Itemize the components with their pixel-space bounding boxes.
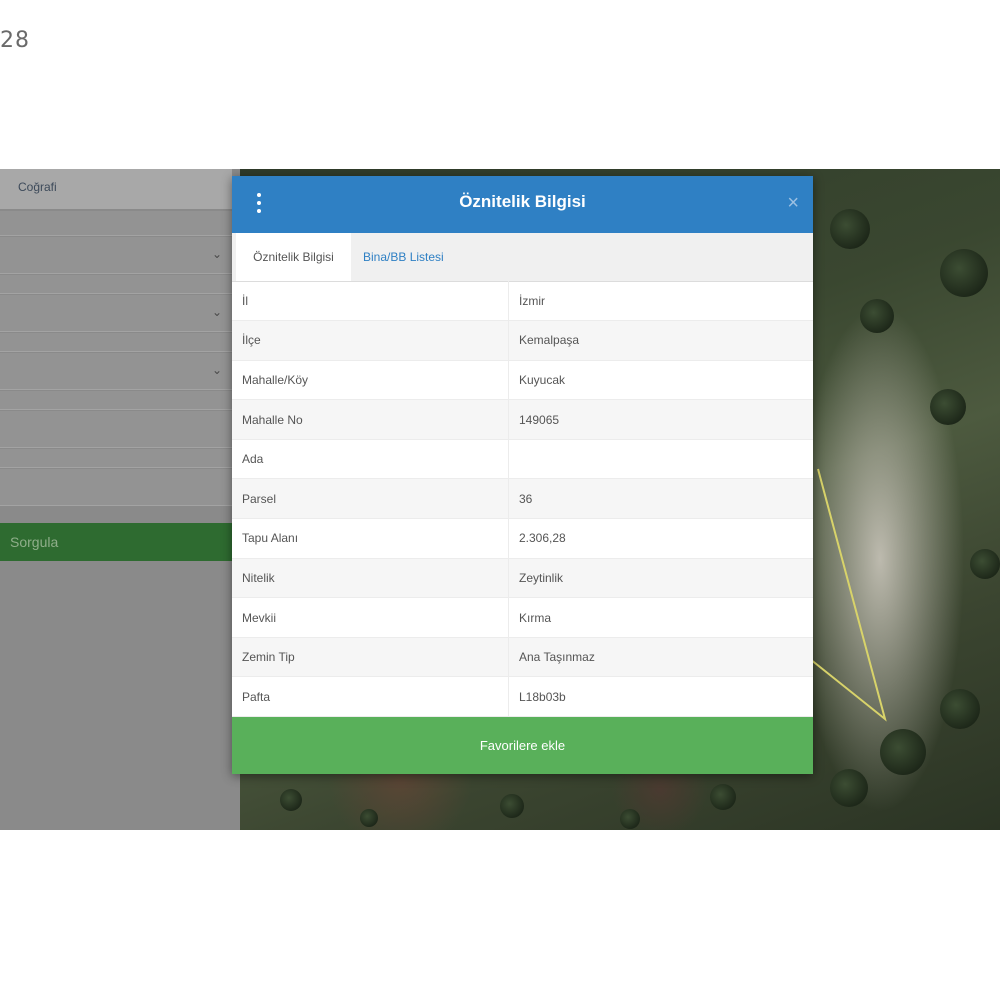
table-row: Nitelik Zeytinlik bbox=[232, 558, 813, 599]
table-row: Mevkii Kırma bbox=[232, 597, 813, 638]
attribute-key: Mahalle/Köy bbox=[232, 360, 509, 401]
chevron-down-icon: ⌄ bbox=[211, 247, 222, 261]
chevron-down-icon: ⌄ bbox=[211, 305, 222, 319]
attribute-key: Nitelik bbox=[232, 558, 509, 599]
attribute-key: Tapu Alanı bbox=[232, 518, 509, 559]
attribute-value: Kemalpaşa bbox=[508, 320, 813, 361]
tab-geographic-label: Coğrafi bbox=[18, 180, 57, 194]
attribute-value: İzmir bbox=[508, 281, 813, 322]
modal-header: Öznitelik Bilgisi × bbox=[232, 176, 813, 233]
close-icon[interactable]: × bbox=[787, 190, 799, 216]
side-field[interactable] bbox=[0, 211, 232, 236]
tab-building-list[interactable]: Bina/BB Listesi bbox=[363, 233, 444, 281]
attribute-value: Kuyucak bbox=[508, 360, 813, 401]
attribute-info-modal: Öznitelik Bilgisi × Öznitelik Bilgisi Bi… bbox=[232, 176, 813, 774]
attribute-key: Mevkii bbox=[232, 597, 509, 638]
attribute-key: Mahalle No bbox=[232, 399, 509, 440]
parcel-input[interactable] bbox=[0, 469, 232, 506]
side-field[interactable] bbox=[0, 449, 232, 468]
table-row: Ada bbox=[232, 439, 813, 480]
table-row: İlçe Kemalpaşa bbox=[232, 320, 813, 361]
modal-title: Öznitelik Bilgisi bbox=[459, 192, 586, 211]
corner-number: 28 bbox=[0, 28, 30, 53]
attribute-value: 36 bbox=[508, 478, 813, 520]
table-row: Mahalle No 149065 bbox=[232, 399, 813, 440]
table-row: Parsel 36 bbox=[232, 478, 813, 520]
attribute-key: Zemin Tip bbox=[232, 637, 509, 678]
attribute-value bbox=[508, 439, 813, 480]
table-row: Zemin Tip Ana Taşınmaz bbox=[232, 637, 813, 678]
attribute-value: 149065 bbox=[508, 399, 813, 440]
neighborhood-select[interactable]: ⌄ bbox=[0, 353, 232, 390]
attribute-key: Parsel bbox=[232, 478, 509, 520]
attribute-value: 2.306,28 bbox=[508, 518, 813, 559]
side-field[interactable] bbox=[0, 391, 232, 410]
table-row: Pafta L18b03b bbox=[232, 676, 813, 718]
table-row: Tapu Alanı 2.306,28 bbox=[232, 518, 813, 559]
side-panel: Coğrafi ⌄ ⌄ ⌄ Sorgula bbox=[0, 169, 240, 830]
attribute-value: Zeytinlik bbox=[508, 558, 813, 599]
attribute-table: İl İzmir İlçe Kemalpaşa Mahalle/Köy Kuyucak Ma… bbox=[232, 281, 813, 718]
add-to-favorites-button[interactable]: Favorilere ekle bbox=[232, 717, 813, 774]
query-button-label: Sorgula bbox=[10, 534, 59, 550]
block-input[interactable] bbox=[0, 411, 232, 448]
attribute-value: Ana Taşınmaz bbox=[508, 637, 813, 678]
page: 28 Coğrafi ⌄ ⌄ ⌄ Sorgula Öznitelik Bilgi… bbox=[0, 0, 1000, 1000]
app-frame: Coğrafi ⌄ ⌄ ⌄ Sorgula Öznitelik Bilgisi … bbox=[0, 169, 1000, 830]
attribute-key: İlçe bbox=[232, 320, 509, 361]
district-select[interactable]: ⌄ bbox=[0, 295, 232, 332]
attribute-key: Pafta bbox=[232, 676, 509, 718]
table-row: Mahalle/Köy Kuyucak bbox=[232, 360, 813, 401]
table-row: İl İzmir bbox=[232, 281, 813, 322]
side-field[interactable] bbox=[0, 333, 232, 352]
attribute-key: Ada bbox=[232, 439, 509, 480]
attribute-key: İl bbox=[232, 281, 509, 322]
province-select[interactable]: ⌄ bbox=[0, 237, 232, 274]
chevron-down-icon: ⌄ bbox=[211, 363, 222, 377]
attribute-value: Kırma bbox=[508, 597, 813, 638]
tab-attribute-info[interactable]: Öznitelik Bilgisi bbox=[236, 233, 351, 281]
attribute-value: L18b03b bbox=[508, 676, 813, 718]
side-field[interactable] bbox=[0, 275, 232, 294]
query-button[interactable]: Sorgula bbox=[0, 523, 232, 561]
tab-geographic[interactable]: Coğrafi bbox=[0, 169, 232, 209]
modal-tabs: Öznitelik Bilgisi Bina/BB Listesi bbox=[232, 233, 813, 282]
